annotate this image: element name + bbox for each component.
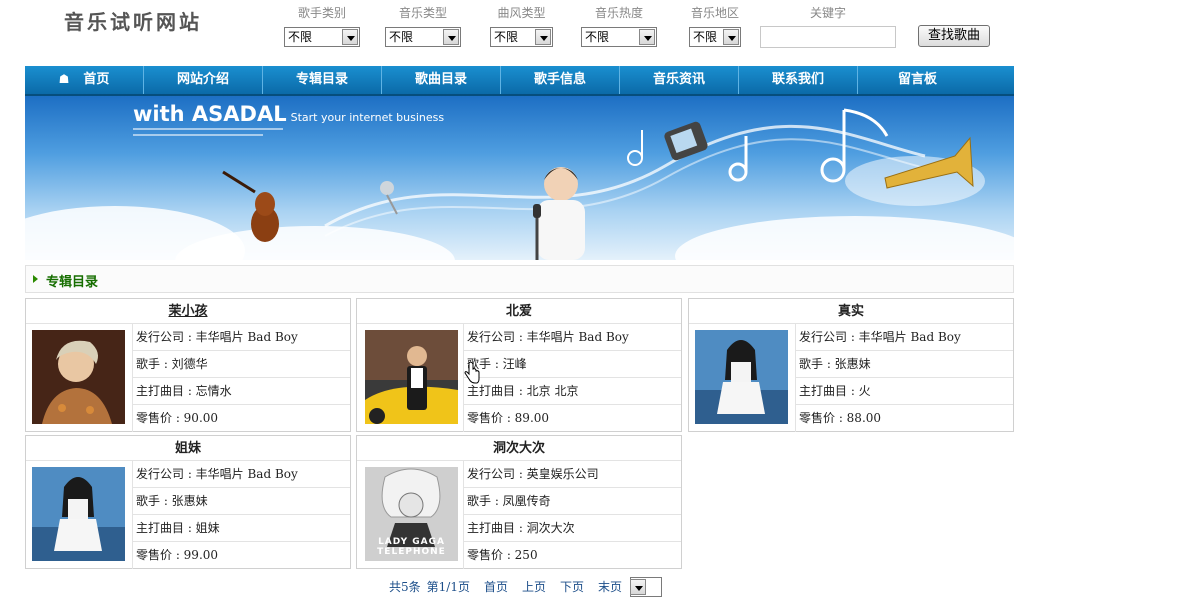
album-cover[interactable] bbox=[32, 330, 125, 424]
pager-total: 共5条 bbox=[389, 580, 421, 594]
filter-label: 音乐类型 bbox=[398, 6, 447, 20]
filter-label: 音乐地区 bbox=[690, 6, 739, 20]
pager-prev-link[interactable]: 上页 bbox=[522, 577, 546, 597]
home-icon: ☗ bbox=[58, 72, 70, 86]
album-price: 零售价 : 250 bbox=[467, 548, 538, 562]
region-select[interactable]: 不限 bbox=[689, 27, 741, 47]
album-price: 零售价 : 99.00 bbox=[136, 548, 219, 562]
nav-item-singers[interactable]: 歌手信息 bbox=[501, 66, 620, 94]
singer-figure bbox=[533, 167, 585, 260]
dropdown-arrow-icon[interactable] bbox=[630, 579, 647, 595]
music-note-icon bbox=[728, 136, 748, 182]
filter-music-type: 音乐类型 不限 bbox=[385, 5, 461, 47]
album-title[interactable]: 姐妹 bbox=[26, 436, 350, 461]
pager-first-link[interactable]: 首页 bbox=[484, 577, 508, 597]
keyword-input[interactable] bbox=[760, 26, 896, 48]
nav-item-home[interactable]: ☗ 首页 bbox=[25, 66, 144, 94]
microphone-icon bbox=[380, 181, 398, 215]
album-cover[interactable] bbox=[365, 330, 458, 424]
album-main-song: 主打曲目 : 忘情水 bbox=[133, 378, 350, 405]
keyword-label: 关键字 bbox=[809, 6, 846, 20]
filter-popularity: 音乐热度 不限 bbox=[581, 5, 657, 47]
album-card: 茉小孩 发行公司 : 丰华唱片 Bad Boy 歌手 : 刘德华 主打曲目 : … bbox=[25, 298, 351, 432]
album-singer: 歌手 : 汪峰 bbox=[464, 351, 681, 378]
album-singer: 歌手 : 张惠妹 bbox=[133, 488, 350, 515]
album-price: 零售价 : 90.00 bbox=[136, 411, 219, 425]
pagination: 共5条 第1/1页 首页 上页 下页 末页 1 bbox=[389, 577, 663, 597]
album-title[interactable]: 洞次大次 bbox=[357, 436, 681, 461]
music-note-icon bbox=[820, 108, 889, 183]
section-title: 专辑目录 bbox=[46, 275, 99, 290]
album-cover[interactable]: LADY GAGA TELEPHONE bbox=[365, 467, 458, 561]
filter-label: 曲风类型 bbox=[497, 6, 546, 20]
dropdown-arrow-icon[interactable] bbox=[639, 29, 655, 45]
trumpet-icon bbox=[884, 136, 974, 189]
album-price: 零售价 : 88.00 bbox=[799, 411, 882, 425]
album-singer: 歌手 : 张惠妹 bbox=[796, 351, 1013, 378]
album-main-song: 主打曲目 : 火 bbox=[796, 378, 1013, 405]
mp3-player-icon bbox=[664, 121, 708, 161]
album-price: 零售价 : 89.00 bbox=[467, 411, 550, 425]
album-card: 姐妹 发行公司 : 丰华唱片 Bad Boy 歌手 : 张惠妹 主打曲目 : 姐… bbox=[25, 435, 351, 569]
album-company: 发行公司 : 丰华唱片 Bad Boy bbox=[133, 324, 350, 351]
album-company: 发行公司 : 丰华唱片 Bad Boy bbox=[796, 324, 1013, 351]
filter-label: 歌手类别 bbox=[297, 6, 346, 20]
album-main-song: 主打曲目 : 北京 北京 bbox=[464, 378, 681, 405]
filter-style-type: 曲风类型 不限 bbox=[490, 5, 553, 47]
page-select[interactable]: 1 bbox=[630, 577, 663, 597]
violin-icon bbox=[222, 170, 279, 242]
album-cover-text: LADY GAGA TELEPHONE bbox=[377, 537, 446, 557]
dropdown-arrow-icon[interactable] bbox=[342, 29, 358, 45]
album-company: 发行公司 : 丰华唱片 Bad Boy bbox=[464, 324, 681, 351]
nav-item-songs[interactable]: 歌曲目录 bbox=[382, 66, 501, 94]
nav-item-guestbook[interactable]: 留言板 bbox=[858, 66, 977, 94]
dropdown-arrow-icon[interactable] bbox=[535, 29, 551, 45]
dropdown-arrow-icon[interactable] bbox=[443, 29, 459, 45]
album-singer: 歌手 : 刘德华 bbox=[133, 351, 350, 378]
album-main-song: 主打曲目 : 姐妹 bbox=[133, 515, 350, 542]
album-main-song: 主打曲目 : 洞次大次 bbox=[464, 515, 681, 542]
nav-item-contact[interactable]: 联系我们 bbox=[739, 66, 858, 94]
album-company: 发行公司 : 英皇娱乐公司 bbox=[464, 461, 681, 488]
triangle-bullet-icon bbox=[33, 275, 38, 283]
section-header: 专辑目录 bbox=[25, 265, 1014, 293]
album-title[interactable]: 茉小孩 bbox=[26, 299, 350, 324]
pager-page: 第1/1页 bbox=[426, 580, 470, 594]
filter-singer-category: 歌手类别 不限 bbox=[284, 5, 360, 47]
hand-cursor-icon bbox=[464, 362, 480, 384]
album-title[interactable]: 北爱 bbox=[357, 299, 681, 324]
main-nav: ☗ 首页 网站介绍 专辑目录 歌曲目录 歌手信息 音乐资讯 联系我们 留言板 bbox=[25, 66, 1014, 96]
style-type-select[interactable]: 不限 bbox=[490, 27, 553, 47]
album-singer: 歌手 : 凤凰传奇 bbox=[464, 488, 681, 515]
album-card: 真实 发行公司 : 丰华唱片 Bad Boy 歌手 : 张惠妹 主打曲目 : 火… bbox=[688, 298, 1014, 432]
filter-label: 音乐热度 bbox=[594, 6, 643, 20]
banner: with ASADAL Start your internet business bbox=[25, 96, 1014, 260]
album-title[interactable]: 真实 bbox=[689, 299, 1013, 324]
popularity-select[interactable]: 不限 bbox=[581, 27, 657, 47]
album-card: 北爱 发行公司 : 丰华唱片 Bad Boy 歌手 : 汪峰 主打曲目 : 北京… bbox=[356, 298, 682, 432]
nav-item-about[interactable]: 网站介绍 bbox=[144, 66, 263, 94]
album-company: 发行公司 : 丰华唱片 Bad Boy bbox=[133, 461, 350, 488]
nav-item-news[interactable]: 音乐资讯 bbox=[620, 66, 739, 94]
filter-region: 音乐地区 不限 bbox=[689, 5, 741, 47]
filter-keyword: 关键字 bbox=[760, 5, 896, 21]
music-type-select[interactable]: 不限 bbox=[385, 27, 461, 47]
search-songs-button[interactable]: 查找歌曲 bbox=[918, 25, 990, 47]
pager-next-link[interactable]: 下页 bbox=[560, 577, 584, 597]
banner-illustration bbox=[222, 108, 974, 260]
dropdown-arrow-icon[interactable] bbox=[723, 29, 739, 45]
site-logo[interactable]: 音乐试听网站 bbox=[64, 6, 202, 35]
album-card: 洞次大次 LADY GAGA TELEPHONE 发行公司 : 英皇娱乐公司 歌… bbox=[356, 435, 682, 569]
album-cover[interactable] bbox=[695, 330, 788, 424]
album-cover[interactable] bbox=[32, 467, 125, 561]
music-note-icon bbox=[627, 130, 643, 166]
pager-last-link[interactable]: 末页 bbox=[598, 577, 622, 597]
nav-item-albums[interactable]: 专辑目录 bbox=[263, 66, 382, 94]
singer-category-select[interactable]: 不限 bbox=[284, 27, 360, 47]
